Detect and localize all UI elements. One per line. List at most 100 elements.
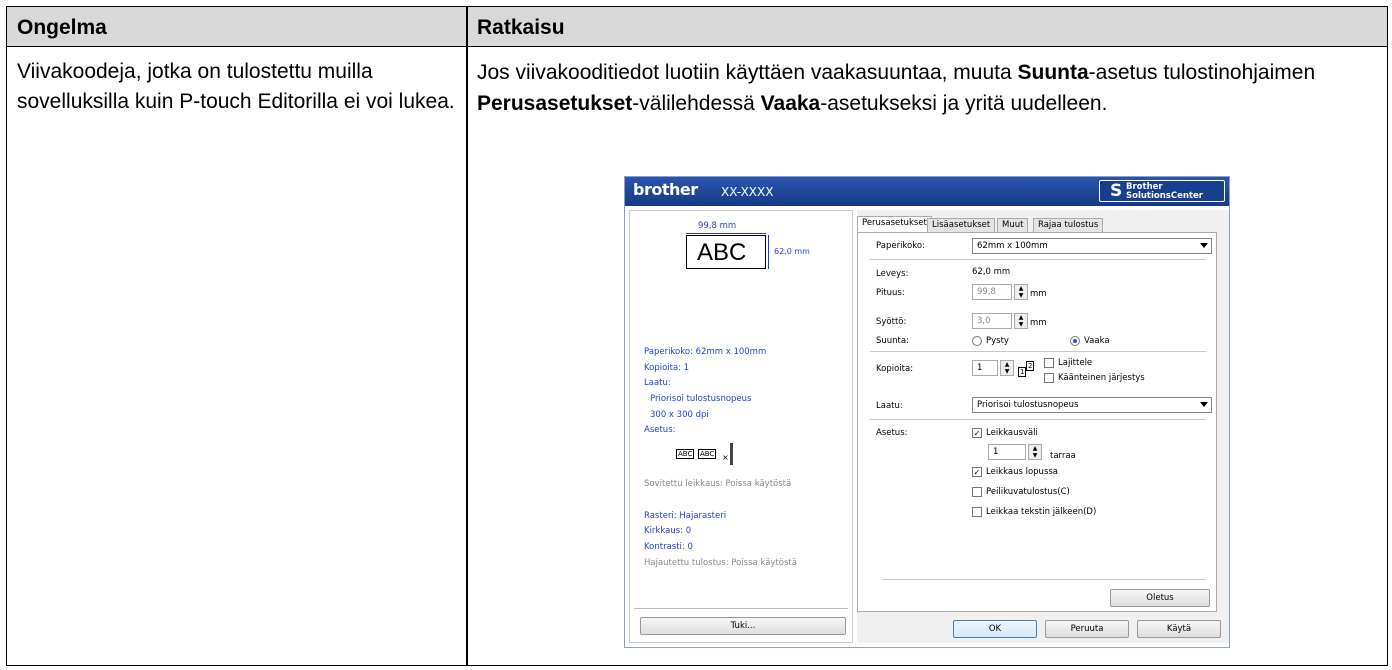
settings-panel: Perusasetukset Lisäasetukset Muut Rajaa … (857, 210, 1229, 643)
tab-trim-print[interactable]: Rajaa tulostus (1033, 218, 1104, 232)
solution-bold-landscape: Vaaka (760, 92, 821, 115)
preview-divider (634, 608, 848, 609)
printer-driver-dialog: brother XX-XXXX S Brother SolutionsCenter… (624, 176, 1230, 648)
apply-button[interactable]: Käytä (1137, 620, 1221, 638)
mini-label-2: ABC (698, 449, 717, 459)
length-input[interactable]: 99,8 (972, 284, 1012, 300)
cut-at-end-checkbox[interactable]: ✓ (972, 467, 982, 477)
cut-interval-input[interactable]: 1 (988, 444, 1026, 460)
label-preview-box: ABC (686, 235, 766, 269)
dropdown-arrow-icon (1200, 402, 1208, 407)
preview-distributed: Hajautettu tulostus: Poissa käytöstä (644, 558, 797, 568)
solution-bold-orientation: Suunta (1017, 61, 1089, 84)
column-divider (466, 7, 468, 665)
dropdown-arrow-icon (1200, 243, 1208, 248)
default-button[interactable]: Oletus (1110, 589, 1210, 607)
collate-label: Lajittele (1058, 358, 1093, 368)
labels-unit: tarraa (1050, 451, 1076, 461)
orientation-label: Suunta: (876, 336, 909, 346)
cut-bar (730, 443, 733, 465)
setting-label: Asetus: (876, 428, 908, 438)
preview-panel: 99,8 mm ABC 62,0 mm Paperikoko: 62mm x 1… (629, 210, 853, 643)
cut-at-end-label: Leikkaus lopussa (986, 467, 1059, 477)
basic-settings-pane: Paperikoko: 62mm x 100mm Leveys: 62,0 mm… (857, 232, 1217, 612)
scissors-icon: × (722, 453, 729, 462)
preview-raster: Rasteri: Hajarasteri (644, 511, 727, 521)
tab-other[interactable]: Muut (997, 218, 1029, 232)
quality-value: Priorisoi tulostusnopeus (977, 400, 1079, 410)
mirror-print-checkbox[interactable] (972, 487, 982, 497)
mini-label-1: ABC (676, 449, 695, 459)
cancel-button[interactable]: Peruuta (1045, 620, 1129, 638)
collate-checkbox[interactable] (1044, 358, 1054, 368)
problem-text: Viivakoodeja, jotka on tulostettu muilla… (17, 60, 455, 113)
header-problem: Ongelma (17, 16, 107, 39)
brother-logo: brother (633, 180, 698, 199)
divider (870, 259, 1206, 260)
feed-unit: mm (1030, 318, 1047, 328)
feed-spinner[interactable]: ▲ ▼ (1014, 313, 1028, 329)
ok-button[interactable]: OK (953, 620, 1037, 638)
cut-interval-checkbox[interactable]: ✓ (972, 428, 982, 438)
preview-resolution: 300 x 300 dpi (650, 410, 709, 420)
copies-label: Kopioita: (876, 364, 914, 374)
length-spinner[interactable]: ▲ ▼ (1014, 284, 1028, 300)
length-unit: mm (1030, 289, 1047, 299)
tab-basic[interactable]: Perusasetukset (857, 216, 932, 233)
model-name: XX-XXXX (721, 185, 774, 199)
solutions-center-label: Brother SolutionsCenter (1126, 183, 1203, 201)
copies-input[interactable]: 1 (972, 360, 998, 376)
header-solution: Ratkaisu (477, 16, 565, 39)
reverse-order-label: Käänteinen järjestys (1058, 373, 1145, 383)
paper-size-select[interactable]: 62mm x 100mm (972, 238, 1212, 254)
preview-sample-text: ABC (697, 239, 747, 266)
bsc-center: SolutionsCenter (1126, 191, 1203, 201)
solution-part: -välilehdessä (632, 92, 761, 115)
width-dim-line (686, 233, 766, 234)
solution-text: Jos viivakooditiedot luotiin käyttäen va… (477, 57, 1377, 119)
divider (870, 419, 1206, 420)
preview-paper-size: Paperikoko: 62mm x 100mm (644, 347, 767, 357)
paper-size-label: Paperikoko: (876, 241, 925, 251)
quality-select[interactable]: Priorisoi tulostusnopeus (972, 397, 1212, 413)
reverse-order-checkbox[interactable] (1044, 373, 1054, 383)
support-button[interactable]: Tuki... (640, 617, 846, 635)
cut-interval-label: Leikkausväli (986, 428, 1038, 438)
landscape-label: Vaaka (1084, 336, 1110, 346)
landscape-radio[interactable] (1070, 336, 1080, 346)
dialog-titlebar: brother XX-XXXX S Brother SolutionsCenter (625, 177, 1229, 206)
width-dim-label: 99,8 mm (698, 221, 737, 231)
tab-advanced[interactable]: Lisäasetukset (927, 218, 996, 232)
height-dim-label: 62,0 mm (774, 247, 810, 256)
width-value: 62,0 mm (972, 267, 1011, 277)
preview-copies: Kopioita: 1 (644, 363, 690, 373)
quality-label: Laatu: (876, 401, 903, 411)
solution-part: -asetukseksi ja yritä uudelleen. (820, 92, 1108, 115)
cut-after-text-label: Leikkaa tekstin jälkeen(D) (986, 507, 1097, 517)
divider (882, 579, 1206, 580)
mirror-print-label: Peilikuvatulostus(C) (986, 487, 1070, 497)
width-dimension: 99,8 mm (686, 221, 766, 235)
table-header: Ongelma Ratkaisu (7, 7, 1387, 47)
solution-part: Jos viivakooditiedot luotiin käyttäen va… (477, 61, 1018, 84)
feed-input[interactable]: 3,0 (972, 313, 1012, 329)
height-dim-line (768, 235, 769, 269)
collate-icon-2: 2 (1026, 361, 1035, 371)
width-label: Leveys: (876, 269, 909, 279)
cut-after-text-checkbox[interactable] (972, 507, 982, 517)
preview-brightness: Kirkkaus: 0 (644, 526, 692, 536)
feed-label: Syöttö: (876, 317, 907, 327)
divider (870, 351, 1206, 352)
preview-quality-mode: Priorisoi tulostusnopeus (650, 394, 752, 404)
preview-contrast: Kontrasti: 0 (644, 542, 693, 552)
solutions-center-button[interactable]: S Brother SolutionsCenter (1099, 180, 1225, 202)
solution-bold-basic-tab: Perusasetukset (477, 92, 633, 115)
preview-quality-heading: Laatu: (644, 378, 671, 388)
copies-spinner[interactable]: ▲ ▼ (1000, 360, 1014, 376)
portrait-radio[interactable] (972, 336, 982, 346)
cut-interval-spinner[interactable]: ▲ ▼ (1028, 444, 1042, 460)
solution-part: -asetus tulostinohjaimen (1088, 61, 1316, 84)
portrait-label: Pysty (986, 336, 1009, 346)
length-label: Pituus: (876, 288, 905, 298)
preview-setting-heading: Asetus: (644, 425, 676, 435)
